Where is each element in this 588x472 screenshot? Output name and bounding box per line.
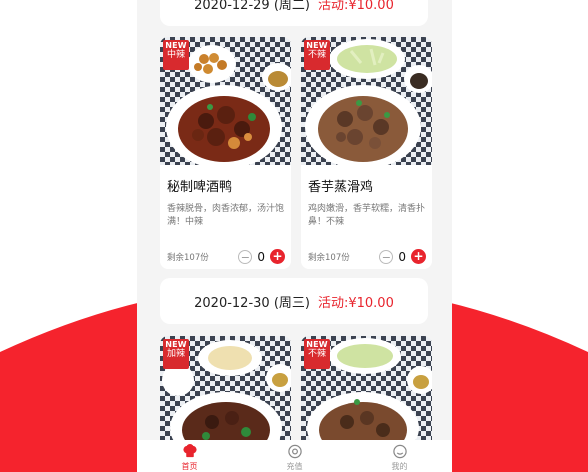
dish-description: 鸡肉嫩滑，香芋软糯，清香扑鼻！不辣: [308, 204, 426, 228]
stock-remaining: 剩余107份: [167, 252, 209, 263]
dish-footer: 剩余107份 − 0 +: [301, 243, 432, 264]
dish-photo: NEW 不辣: [301, 336, 432, 456]
minus-icon[interactable]: −: [238, 249, 253, 264]
stock-remaining: 剩余107份: [308, 252, 350, 263]
badge-spice-text: 加辣: [166, 349, 185, 360]
tab-home[interactable]: 首页: [137, 440, 242, 472]
dish-description: 香辣脱骨，肉香浓郁，汤汁饱满！中辣: [167, 204, 285, 228]
date-header-day1: 2020-12-29 (周二) 活动:¥10.00: [160, 0, 428, 26]
dish-photo: NEW 不辣: [301, 37, 432, 165]
quantity-value: 0: [257, 249, 265, 264]
chef-hat-icon: [182, 444, 197, 458]
plus-icon[interactable]: +: [270, 249, 285, 264]
new-badge: NEW 中辣: [163, 40, 189, 70]
dish-card[interactable]: NEW 中辣 秘制啤酒鸭 香辣脱骨，肉香浓郁，汤汁饱满！中辣 剩余107份 − …: [160, 37, 291, 269]
dish-name: 香芋蒸滑鸡: [308, 180, 374, 195]
quantity-value: 0: [398, 249, 406, 264]
date-header-day2: 2020-12-30 (周三) 活动:¥10.00: [160, 278, 428, 324]
badge-new-text: NEW: [306, 41, 328, 50]
badge-spice-text: 不辣: [307, 349, 326, 360]
tab-label: 充值: [286, 462, 303, 471]
quantity-stepper: − 0 +: [379, 249, 426, 264]
dish-card[interactable]: NEW 不辣 香芋蒸滑鸡 鸡肉嫩滑，香芋软糯，清香扑鼻！不辣 剩余107份 − …: [301, 37, 432, 269]
tab-label: 首页: [181, 462, 198, 471]
dish-photo: NEW 中辣: [160, 37, 291, 165]
badge-new-text: NEW: [165, 41, 187, 50]
badge-spice-text: 中辣: [166, 50, 185, 61]
bottom-tab-bar: 首页 充值 我的: [137, 440, 452, 472]
recharge-icon: [287, 444, 302, 459]
dish-card[interactable]: NEW 加辣: [160, 336, 291, 456]
date-label: 2020-12-29 (周二): [194, 0, 310, 13]
promo-price: 活动:¥10.00: [317, 0, 394, 13]
tab-profile[interactable]: 我的: [347, 440, 452, 472]
dish-card[interactable]: NEW 不辣: [301, 336, 432, 456]
profile-icon: [392, 444, 407, 459]
dish-photo: NEW 加辣: [160, 336, 291, 456]
promo-price: 活动:¥10.00: [317, 295, 394, 311]
plus-icon[interactable]: +: [411, 249, 426, 264]
badge-spice-text: 不辣: [307, 50, 326, 61]
new-badge: NEW 不辣: [304, 339, 330, 369]
badge-new-text: NEW: [165, 340, 187, 349]
tab-recharge[interactable]: 充值: [242, 440, 347, 472]
date-label: 2020-12-30 (周三): [194, 295, 310, 311]
phone-screen: 2020-12-29 (周二) 活动:¥10.00 NEW 中辣 秘制啤酒鸭 香…: [137, 0, 452, 472]
tab-label: 我的: [391, 462, 408, 471]
quantity-stepper: − 0 +: [238, 249, 285, 264]
badge-new-text: NEW: [306, 340, 328, 349]
dish-name: 秘制啤酒鸭: [167, 180, 233, 195]
minus-icon[interactable]: −: [379, 249, 394, 264]
dish-footer: 剩余107份 − 0 +: [160, 243, 291, 264]
new-badge: NEW 加辣: [163, 339, 189, 369]
new-badge: NEW 不辣: [304, 40, 330, 70]
